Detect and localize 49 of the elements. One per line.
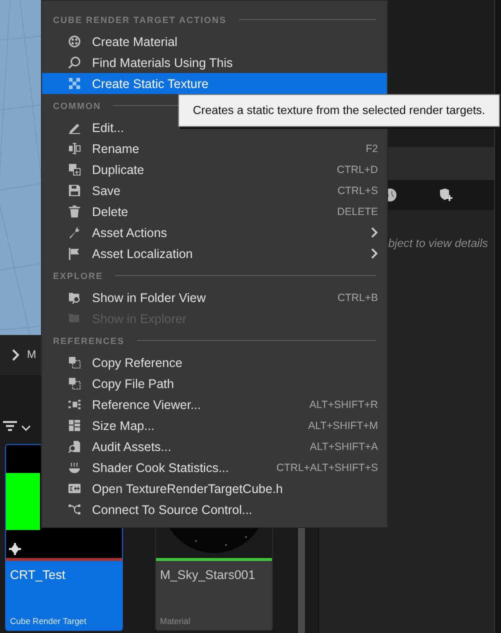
save-icon bbox=[68, 184, 81, 197]
document-search-icon bbox=[68, 440, 81, 453]
section-heading: EXPLORE bbox=[53, 270, 104, 280]
caret-icon[interactable] bbox=[21, 425, 31, 431]
section-heading: REFERENCES bbox=[53, 336, 125, 346]
menu-item[interactable]: Duplicate CTRL+D bbox=[42, 159, 387, 180]
menu-item[interactable]: Find Materials Using This bbox=[42, 52, 387, 73]
search-icon bbox=[68, 56, 81, 69]
menu-item[interactable]: Delete DELETE bbox=[42, 201, 387, 222]
wrench-icon bbox=[68, 226, 81, 239]
filter-icon[interactable] bbox=[3, 421, 17, 431]
copy-icon bbox=[68, 356, 81, 369]
shield-plus-icon[interactable] bbox=[439, 188, 453, 202]
asset-type: Material bbox=[160, 616, 192, 626]
breadcrumb[interactable]: M bbox=[27, 349, 36, 361]
bowl-icon bbox=[68, 461, 81, 474]
duplicate-icon bbox=[68, 163, 81, 176]
menu-item[interactable]: Asset Localization bbox=[42, 243, 387, 264]
menu-item[interactable]: Reference Viewer... ALT+SHIFT+R bbox=[42, 394, 387, 415]
folder-search-icon bbox=[68, 291, 81, 304]
flag-icon bbox=[68, 247, 81, 260]
graph-icon bbox=[68, 398, 81, 411]
text-cursor-icon bbox=[68, 142, 81, 155]
trash-icon bbox=[68, 205, 81, 218]
asset-name: M_Sky_Stars001 bbox=[160, 568, 256, 582]
menu-item[interactable]: Create Static Texture bbox=[42, 73, 387, 94]
copy-icon bbox=[68, 377, 81, 390]
menu-item[interactable]: Asset Actions bbox=[42, 222, 387, 243]
pencil-icon bbox=[68, 121, 81, 134]
menu-item[interactable]: Copy Reference bbox=[42, 352, 387, 373]
section-heading: COMMON bbox=[53, 100, 101, 110]
menu-item[interactable]: Save CTRL+S bbox=[42, 180, 387, 201]
menu-item[interactable]: Size Map... ALT+SHIFT+M bbox=[42, 415, 387, 436]
tooltip: Creates a static texture from the selected render targets. bbox=[178, 94, 500, 127]
sphere-icon bbox=[68, 35, 81, 48]
menu-item[interactable]: Rename F2 bbox=[42, 138, 387, 159]
asset-name: CRT_Test bbox=[10, 568, 66, 582]
menu-item[interactable]: Create Material bbox=[42, 31, 387, 52]
branch-icon bbox=[68, 503, 81, 516]
folder-icon bbox=[68, 312, 81, 325]
grid-icon bbox=[68, 419, 81, 432]
menu-item[interactable]: Copy File Path bbox=[42, 373, 387, 394]
section-heading: CUBE RENDER TARGET ACTIONS bbox=[53, 14, 227, 24]
details-hint: bject to view details bbox=[388, 238, 488, 252]
asset-type: Cube Render Target bbox=[10, 616, 88, 626]
code-file-icon bbox=[68, 482, 81, 495]
chevron-right-icon[interactable] bbox=[12, 349, 20, 361]
checker-icon bbox=[68, 77, 81, 90]
menu-item[interactable]: Show in Folder View CTRL+B bbox=[42, 287, 387, 308]
